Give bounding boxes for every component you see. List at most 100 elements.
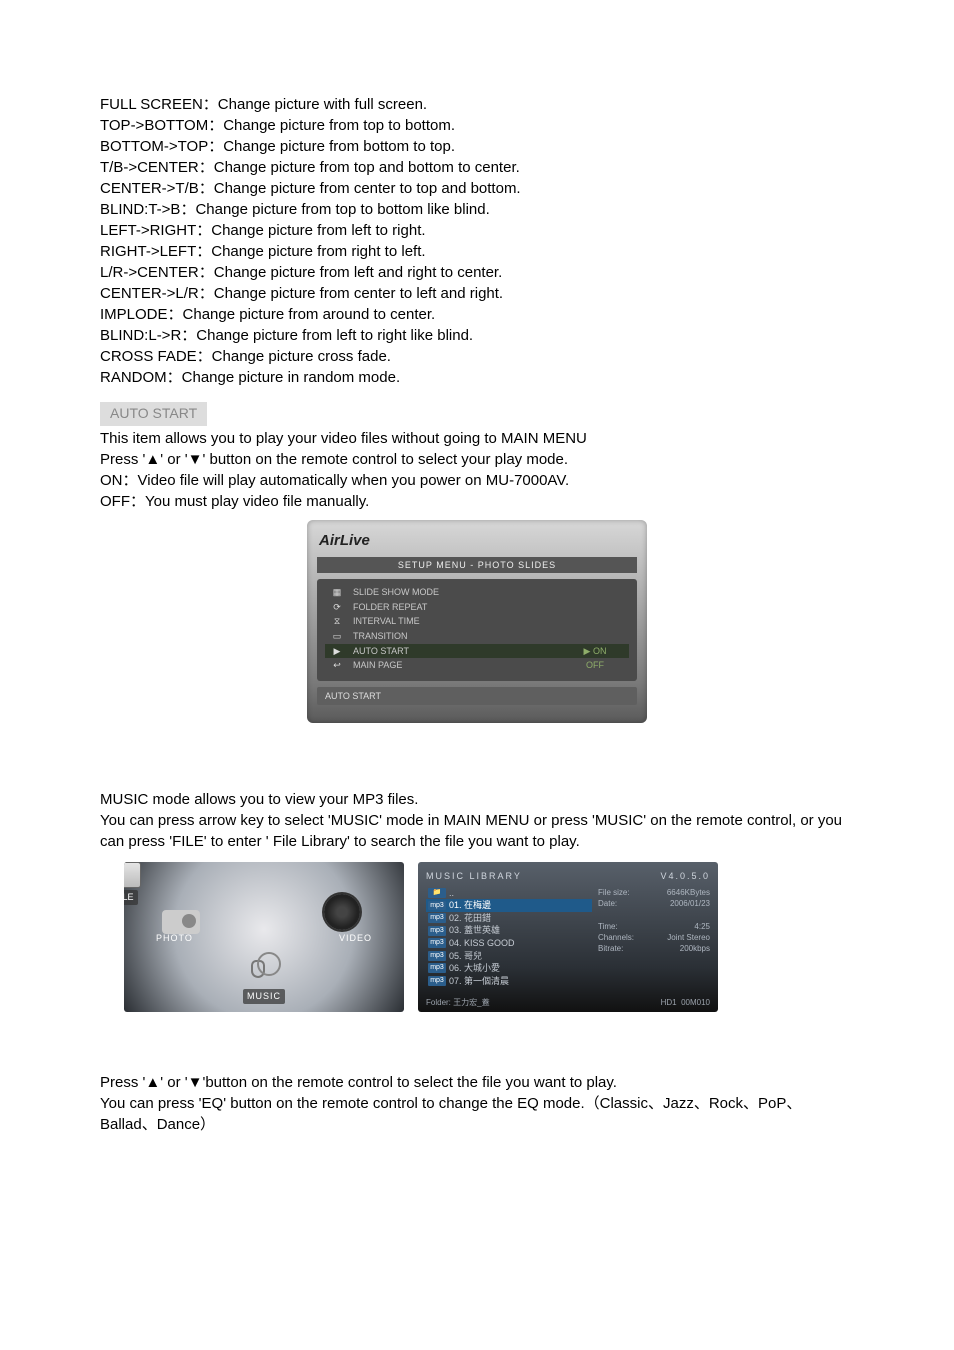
- autostart-line4: OFF：You must play video file manually.: [100, 491, 854, 512]
- meta-channels-value: Joint Stereo: [667, 932, 710, 943]
- file-type-badge: mp3: [428, 901, 446, 911]
- transition-line: RIGHT->LEFT：Change picture from right to…: [100, 241, 854, 262]
- setup-row[interactable]: ▶AUTO START▶ ON: [325, 644, 629, 659]
- setup-row[interactable]: ⧖INTERVAL TIME: [325, 614, 629, 629]
- meta-filesize-label: File size:: [598, 887, 630, 898]
- setup-row-label: TRANSITION: [349, 629, 561, 644]
- setup-row-option: [561, 629, 629, 644]
- mlib-row[interactable]: mp302. 花田錯: [426, 912, 592, 925]
- mlib-row-name: 01. 在梅邊: [449, 899, 491, 912]
- mlib-row-name: 06. 大城小愛: [449, 962, 500, 975]
- transition-line: CENTER->T/B：Change picture from center t…: [100, 178, 854, 199]
- mlib-row[interactable]: mp301. 在梅邊: [426, 899, 592, 912]
- setup-row-option: ▶ ON: [561, 644, 629, 659]
- meta-time-label: Time:: [598, 921, 618, 932]
- setup-row-icon: ⧖: [325, 614, 349, 629]
- setup-row[interactable]: ▭TRANSITION: [325, 629, 629, 644]
- section-header-autostart: AUTO START: [100, 402, 207, 426]
- setup-body: ▦SLIDE SHOW MODE⟳FOLDER REPEAT⧖INTERVAL …: [317, 579, 637, 681]
- music-line1: MUSIC mode allows you to view your MP3 f…: [100, 789, 854, 810]
- playmusic-line1: Press '▲' or '▼'button on the remote con…: [100, 1072, 854, 1093]
- mlib-row[interactable]: mp303. 蓋世英雄: [426, 924, 592, 937]
- transition-line: CROSS FADE：Change picture cross fade.: [100, 346, 854, 367]
- mainmenu-file: FILE: [124, 862, 264, 905]
- mlib-row[interactable]: mp305. 哥兒: [426, 950, 592, 963]
- mlib-file-list: 📁..mp301. 在梅邊mp302. 花田錯mp303. 蓋世英雄mp304.…: [426, 887, 592, 988]
- airlive-logo: AirLive: [319, 530, 635, 551]
- setup-row-option: [561, 600, 629, 615]
- transition-line: IMPLODE：Change picture from around to ce…: [100, 304, 854, 325]
- mainmenu-music-label: MUSIC: [243, 989, 285, 1004]
- autostart-line1: This item allows you to play your video …: [100, 428, 854, 449]
- setup-status: AUTO START: [317, 687, 637, 706]
- transition-line: T/B->CENTER：Change picture from top and …: [100, 157, 854, 178]
- meta-channels-label: Channels:: [598, 932, 634, 943]
- meta-filesize-value: 6646KBytes: [667, 887, 710, 898]
- main-menu-screenshot: FILE PHOTO VIDEO MUSIC: [124, 862, 404, 1012]
- headphones-icon: [247, 952, 281, 986]
- transition-line: BOTTOM->TOP：Change picture from bottom t…: [100, 136, 854, 157]
- setup-row-label: MAIN PAGE: [349, 658, 561, 673]
- mlib-title: MUSIC LIBRARY: [426, 870, 522, 883]
- file-type-badge: mp3: [428, 913, 446, 923]
- mainmenu-video-label: VIDEO: [339, 932, 372, 945]
- setup-row-option: OFF: [561, 658, 629, 673]
- foot-folder-value: 王力宏_蓋: [453, 998, 489, 1007]
- mainmenu-photo-label: PHOTO: [156, 932, 193, 945]
- mlib-meta: File size: 6646KBytes Date: 2006/01/23 Tim…: [598, 887, 710, 988]
- mlib-row-name: 05. 哥兒: [449, 950, 482, 963]
- meta-date-label: Date:: [598, 898, 617, 909]
- camera-icon: [162, 910, 200, 934]
- transition-list: FULL SCREEN：Change picture with full scr…: [100, 94, 854, 388]
- file-type-badge: mp3: [428, 976, 446, 986]
- file-type-badge: mp3: [428, 938, 446, 948]
- setup-row-icon: ↩: [325, 658, 349, 673]
- transition-line: FULL SCREEN：Change picture with full scr…: [100, 94, 854, 115]
- meta-date-value: 2006/01/23: [670, 898, 710, 909]
- setup-row-icon: ▦: [325, 585, 349, 600]
- figure-setup-menu: AirLive SETUP MENU - PHOTO SLIDES ▦SLIDE…: [100, 520, 854, 724]
- setup-row-label: AUTO START: [349, 644, 561, 659]
- transition-line: BLIND:L->R：Change picture from left to r…: [100, 325, 854, 346]
- mlib-row[interactable]: mp306. 大城小愛: [426, 962, 592, 975]
- mlib-row-name: ..: [449, 887, 454, 900]
- transition-line: L/R->CENTER：Change picture from left and…: [100, 262, 854, 283]
- music-library-screenshot: MUSIC LIBRARY V4.0.5.0 📁..mp301. 在梅邊mp30…: [418, 862, 718, 1012]
- mlib-row[interactable]: 📁..: [426, 887, 592, 900]
- mlib-version: V4.0.5.0: [660, 870, 710, 883]
- transition-line: LEFT->RIGHT：Change picture from left to …: [100, 220, 854, 241]
- file-type-badge: mp3: [428, 963, 446, 973]
- meta-time-value: 4:25: [694, 921, 710, 932]
- setup-row[interactable]: ▦SLIDE SHOW MODE: [325, 585, 629, 600]
- meta-bitrate-value: 200kbps: [680, 943, 710, 954]
- figure-row: FILE PHOTO VIDEO MUSIC MUSIC LIBRARY V4.…: [124, 862, 854, 1012]
- mlib-row[interactable]: mp304. KISS GOOD: [426, 937, 592, 950]
- setup-row-option: [561, 614, 629, 629]
- setup-row-label: SLIDE SHOW MODE: [349, 585, 561, 600]
- file-type-badge: 📁: [428, 888, 446, 898]
- transition-line: CENTER->L/R：Change picture from center t…: [100, 283, 854, 304]
- foot-mode: 00M010: [681, 998, 710, 1007]
- setup-title: SETUP MENU - PHOTO SLIDES: [317, 557, 637, 574]
- setup-row-icon: ⟳: [325, 600, 349, 615]
- mlib-row[interactable]: mp307. 第一個清晨: [426, 975, 592, 988]
- transition-line: RANDOM：Change picture in random mode.: [100, 367, 854, 388]
- setup-row[interactable]: ↩MAIN PAGEOFF: [325, 658, 629, 673]
- file-type-badge: mp3: [428, 926, 446, 936]
- transition-line: TOP->BOTTOM：Change picture from top to b…: [100, 115, 854, 136]
- setup-row-icon: ▶: [325, 644, 349, 659]
- film-reel-icon: [324, 894, 360, 930]
- mainmenu-file-label: FILE: [124, 890, 138, 905]
- music-line2: You can press arrow key to select 'MUSIC…: [100, 810, 854, 852]
- foot-folder-label: Folder:: [426, 998, 451, 1007]
- meta-bitrate-label: Bitrate:: [598, 943, 623, 954]
- setup-row[interactable]: ⟳FOLDER REPEAT: [325, 600, 629, 615]
- mlib-row-name: 07. 第一個清晨: [449, 975, 509, 988]
- setup-menu-table: ▦SLIDE SHOW MODE⟳FOLDER REPEAT⧖INTERVAL …: [325, 585, 629, 673]
- setup-row-icon: ▭: [325, 629, 349, 644]
- setup-menu-screenshot: AirLive SETUP MENU - PHOTO SLIDES ▦SLIDE…: [307, 520, 647, 724]
- setup-row-option: [561, 585, 629, 600]
- document-page: FULL SCREEN：Change picture with full scr…: [0, 0, 954, 1350]
- setup-row-label: INTERVAL TIME: [349, 614, 561, 629]
- autostart-line2: Press '▲' or '▼' button on the remote co…: [100, 449, 854, 470]
